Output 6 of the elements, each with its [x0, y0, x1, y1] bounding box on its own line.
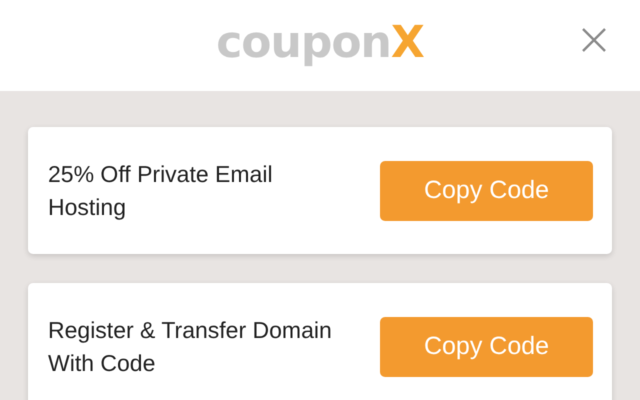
copy-code-button[interactable]: Copy Code: [380, 316, 593, 376]
logo-mark: X: [390, 17, 424, 68]
coupon-title: Register & Transfer Domain With Code: [48, 316, 333, 378]
close-icon[interactable]: [581, 27, 607, 53]
coupon-title: 25% Off Private Email Hosting: [48, 160, 274, 222]
copy-code-button[interactable]: Copy Code: [380, 160, 593, 220]
